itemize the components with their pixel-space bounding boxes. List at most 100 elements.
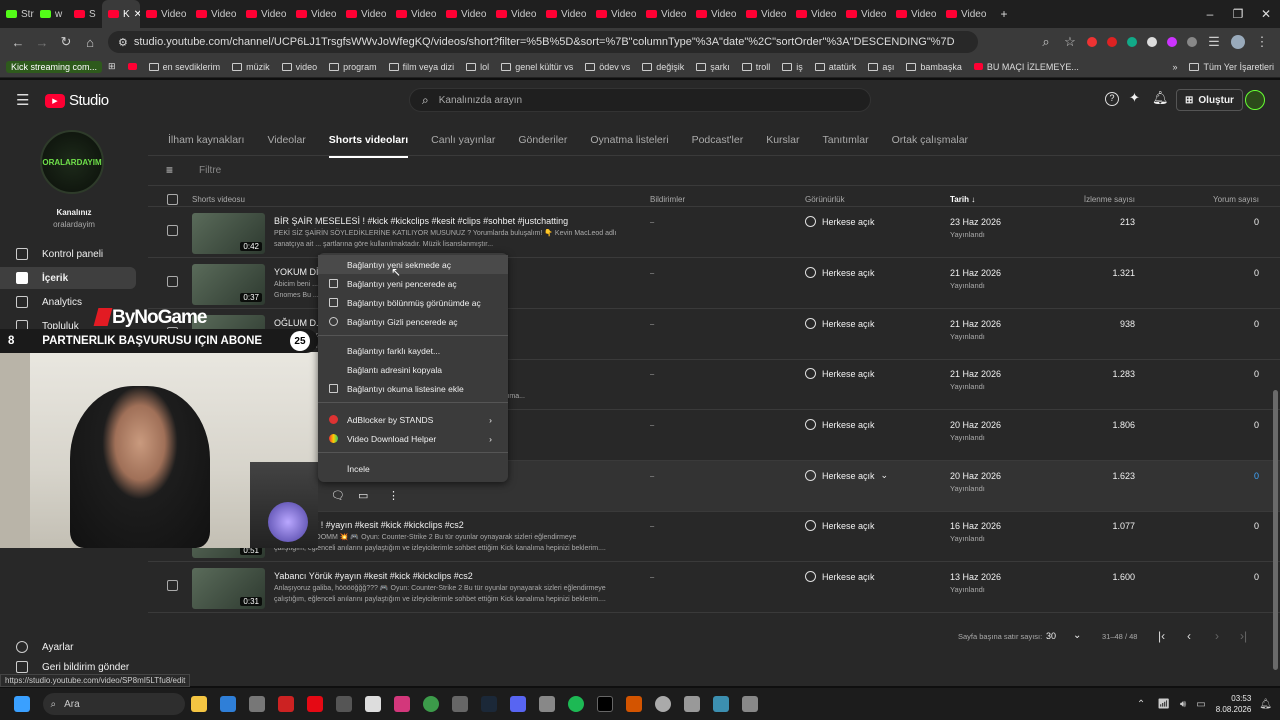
browser-tab[interactable]: Video <box>940 0 990 28</box>
chevron-down-icon[interactable]: ⌄ <box>881 470 889 481</box>
filter-icon[interactable]: ≡ <box>166 163 173 177</box>
details-icon[interactable]: 🗨︎ <box>331 489 345 502</box>
app-icon[interactable] <box>249 696 265 712</box>
menu-open-new-window[interactable]: Bağlantıyı yeni pencerede aç <box>318 274 508 293</box>
bookmark-folder[interactable]: film veya dizi <box>383 62 461 72</box>
studio-logo[interactable]: ▶ Studio <box>45 92 109 109</box>
notification-bell-icon[interactable]: 🔔︎ <box>1259 699 1272 710</box>
back-icon[interactable]: ← <box>6 35 30 50</box>
menu-open-new-tab[interactable]: Bağlantıyı yeni sekmede aç <box>318 255 508 274</box>
browser-tab[interactable]: w <box>34 0 68 28</box>
browser-tab[interactable]: Video <box>690 0 740 28</box>
discord-icon[interactable] <box>510 696 526 712</box>
youtube-view-icon[interactable]: ▭ <box>358 489 368 502</box>
taskbar-search[interactable]: ⌕ Ara <box>42 693 185 715</box>
netflix-icon[interactable] <box>307 696 323 712</box>
steam-icon[interactable] <box>481 696 497 712</box>
browser-tab[interactable]: Video <box>840 0 890 28</box>
menu-copy-link-address[interactable]: Bağlantı adresini kopyala <box>318 360 508 379</box>
chatgpt-icon[interactable] <box>365 696 381 712</box>
browser-tab[interactable]: S <box>68 0 102 28</box>
extension-icon[interactable] <box>1127 37 1137 47</box>
extension-icon[interactable] <box>1107 37 1117 47</box>
instagram-icon[interactable] <box>394 696 410 712</box>
app-icon[interactable] <box>278 696 294 712</box>
menu-open-split-view[interactable]: Bağlantıyı bölünmüş görünümde aç <box>318 293 508 312</box>
browser-tab[interactable]: Video <box>540 0 590 28</box>
app-icon[interactable] <box>684 696 700 712</box>
sidebar-item-content[interactable]: İçerik <box>0 267 136 289</box>
zoom-search-icon[interactable]: ⌕ <box>1034 34 1058 50</box>
visibility-cell[interactable]: Herkese açık <box>805 216 875 227</box>
browser-tab[interactable]: Video <box>640 0 690 28</box>
bookmark-kick[interactable]: Kick streaming com... <box>6 60 103 73</box>
app-icon[interactable] <box>452 696 468 712</box>
row-checkbox[interactable] <box>167 276 178 287</box>
chrome-icon[interactable] <box>423 696 439 712</box>
select-all-checkbox[interactable] <box>167 194 178 205</box>
video-thumbnail[interactable]: 0:31 <box>192 568 265 609</box>
create-button[interactable]: ⊞ Oluştur <box>1176 89 1243 111</box>
channel-avatar[interactable]: ORALARDAYIM <box>40 130 104 194</box>
windows-start-icon[interactable] <box>14 696 30 712</box>
forward-icon[interactable]: → <box>30 35 54 50</box>
file-explorer-icon[interactable] <box>191 696 207 712</box>
site-info-icon[interactable]: ⚙ <box>118 36 128 49</box>
chevron-down-icon[interactable]: ⌄ <box>1073 630 1081 641</box>
browser-tab[interactable]: Video <box>790 0 840 28</box>
extension-icon[interactable] <box>1167 37 1177 47</box>
browser-tab[interactable]: Video <box>340 0 390 28</box>
comments-value[interactable]: 0 <box>1180 471 1259 481</box>
bookmark-folder[interactable]: troll <box>736 62 777 72</box>
video-title[interactable]: Yabancı Yörük #yayın #kesit #kick #kickc… <box>274 571 473 581</box>
apps-grid-icon[interactable]: ⊞ <box>102 61 122 72</box>
bookmark-folder[interactable]: lol <box>460 62 495 72</box>
profile-avatar[interactable] <box>1231 35 1245 49</box>
bell-icon[interactable]: 🔔︎ <box>1152 90 1169 106</box>
browser-tab[interactable]: Video <box>890 0 940 28</box>
more-bookmarks-icon[interactable]: » <box>1166 62 1183 72</box>
new-tab-button[interactable]: + <box>990 7 1018 21</box>
help-icon[interactable]: ? <box>1105 92 1119 106</box>
bookmark-folder[interactable]: aşı <box>862 62 900 72</box>
filter-input[interactable]: Filtre <box>199 165 221 176</box>
browser-tab[interactable]: K ✕ <box>102 0 140 28</box>
browser-tab[interactable]: Strea <box>0 0 34 28</box>
first-page-icon[interactable]: |‹ <box>1158 629 1165 643</box>
tray-chevron-icon[interactable]: ⌃ <box>1137 699 1145 710</box>
visibility-cell[interactable]: Herkese açık <box>805 368 875 379</box>
x-icon[interactable] <box>597 696 613 712</box>
browser-tab[interactable]: Video <box>240 0 290 28</box>
wifi-icon[interactable]: 📶︎ <box>1157 699 1170 710</box>
browser-tab[interactable]: Video <box>390 0 440 28</box>
account-avatar[interactable] <box>1245 90 1265 110</box>
last-page-icon[interactable]: ›| <box>1240 629 1247 643</box>
spotify-icon[interactable] <box>568 696 584 712</box>
video-title[interactable]: OĞLUM D... <box>274 318 324 328</box>
visibility-cell[interactable]: Herkese açık <box>805 419 875 430</box>
sidebar-item-dashboard[interactable]: Kontrol paneli <box>0 243 136 265</box>
menu-adblocker[interactable]: AdBlocker by STANDS › <box>318 410 508 429</box>
sidepanel-icon[interactable]: ☰ <box>1202 34 1226 50</box>
visibility-cell[interactable]: Herkese açık <box>805 267 875 278</box>
scrollbar-thumb[interactable] <box>1273 390 1278 670</box>
all-bookmarks[interactable]: Tüm Yer İşaretleri <box>1183 62 1280 72</box>
video-title[interactable]: BİR ŞAİR MESELESİ ! #kick #kickclips #ke… <box>274 216 568 226</box>
star-icon[interactable]: ☆ <box>1058 34 1082 50</box>
edge-icon[interactable] <box>220 696 236 712</box>
menu-kebab-icon[interactable]: ⋮ <box>1250 34 1274 50</box>
menu-video-download-helper[interactable]: Video Download Helper › <box>318 429 508 448</box>
bookmark-folder[interactable]: değişik <box>636 62 690 72</box>
browser-tab[interactable]: Video <box>140 0 190 28</box>
visibility-cell[interactable]: Herkese açık <box>805 520 875 531</box>
sidebar-item-settings[interactable]: Ayarlar <box>0 636 136 658</box>
visibility-cell[interactable]: Herkese açık <box>805 571 875 582</box>
bookmark-folder[interactable]: genel kültür vs <box>495 62 579 72</box>
channel-search-input[interactable]: ⌕ Kanalınızda arayın <box>409 88 871 112</box>
bookmark-folder[interactable]: bambaşka <box>900 62 968 72</box>
sidebar-item-feedback[interactable]: Geri bildirim gönder <box>0 660 136 674</box>
bookmark-folder[interactable]: müzik <box>226 62 276 72</box>
table-row[interactable]: 0:31 Yabancı Yörük #yayın #kesit #kick #… <box>148 562 1280 613</box>
bookmark-folder[interactable]: ödev vs <box>579 62 636 72</box>
browser-tab[interactable]: Video <box>490 0 540 28</box>
